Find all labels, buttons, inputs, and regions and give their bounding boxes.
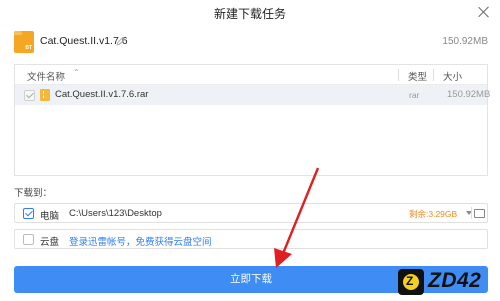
- file-size: 150.92MB: [447, 89, 491, 100]
- column-divider: [398, 69, 399, 81]
- column-name[interactable]: 文件名称: [27, 69, 65, 83]
- edit-icon[interactable]: [116, 36, 126, 46]
- dialog-title: 新建下载任务: [213, 7, 286, 21]
- file-name: Cat.Quest.II.v1.7.6.rar: [55, 89, 149, 100]
- watermark-icon-letter: Z: [406, 274, 414, 288]
- task-size: 150.92MB: [442, 36, 488, 47]
- task-header: BT Cat.Quest.II.v1.7.6 150.92MB: [14, 31, 490, 53]
- file-row[interactable]: Cat.Quest.II.v1.7.6.rar rar 150.92MB: [15, 85, 491, 105]
- file-type: rar: [409, 90, 420, 100]
- file-list: 文件名称 ⌃ 类型 大小 Cat.Quest.II.v1.7.6.rar rar…: [14, 64, 491, 176]
- divider: [471, 207, 472, 219]
- sort-icon[interactable]: ⌃: [73, 68, 80, 77]
- watermark-logo: Z ZD42: [398, 268, 496, 298]
- free-space: 剩余:3.29GB: [409, 209, 458, 219]
- bt-icon-text: BT: [25, 45, 32, 51]
- path-input[interactable]: C:\Users\123\Desktop: [69, 208, 162, 219]
- cloud-label: 云盘: [40, 237, 60, 248]
- watermark-icon: Z: [398, 269, 424, 295]
- pc-label: 电脑: [40, 211, 60, 222]
- archive-file-icon: [40, 89, 50, 101]
- pc-checkbox[interactable]: [23, 208, 34, 219]
- task-name: Cat.Quest.II.v1.7.6: [40, 35, 128, 47]
- cloud-checkbox[interactable]: [23, 234, 34, 245]
- file-list-header: 文件名称 ⌃ 类型 大小: [15, 65, 487, 85]
- folder-icon[interactable]: [474, 209, 485, 218]
- close-icon[interactable]: [476, 4, 492, 20]
- bt-file-icon: BT: [14, 31, 34, 53]
- cloud-login-link[interactable]: 登录迅雷帐号，免费获得云盘空间: [69, 234, 212, 248]
- file-checkbox[interactable]: [24, 90, 35, 101]
- download-to-label: 下载到：: [14, 188, 53, 199]
- column-size[interactable]: 大小: [443, 69, 462, 83]
- pc-location-row[interactable]: 电脑 C:\Users\123\Desktop 剩余:3.29GB: [14, 203, 488, 223]
- column-type[interactable]: 类型: [408, 69, 427, 83]
- watermark-text: ZD42: [428, 269, 482, 292]
- column-divider: [433, 69, 434, 81]
- cloud-location-row[interactable]: 云盘 登录迅雷帐号，免费获得云盘空间: [14, 229, 488, 249]
